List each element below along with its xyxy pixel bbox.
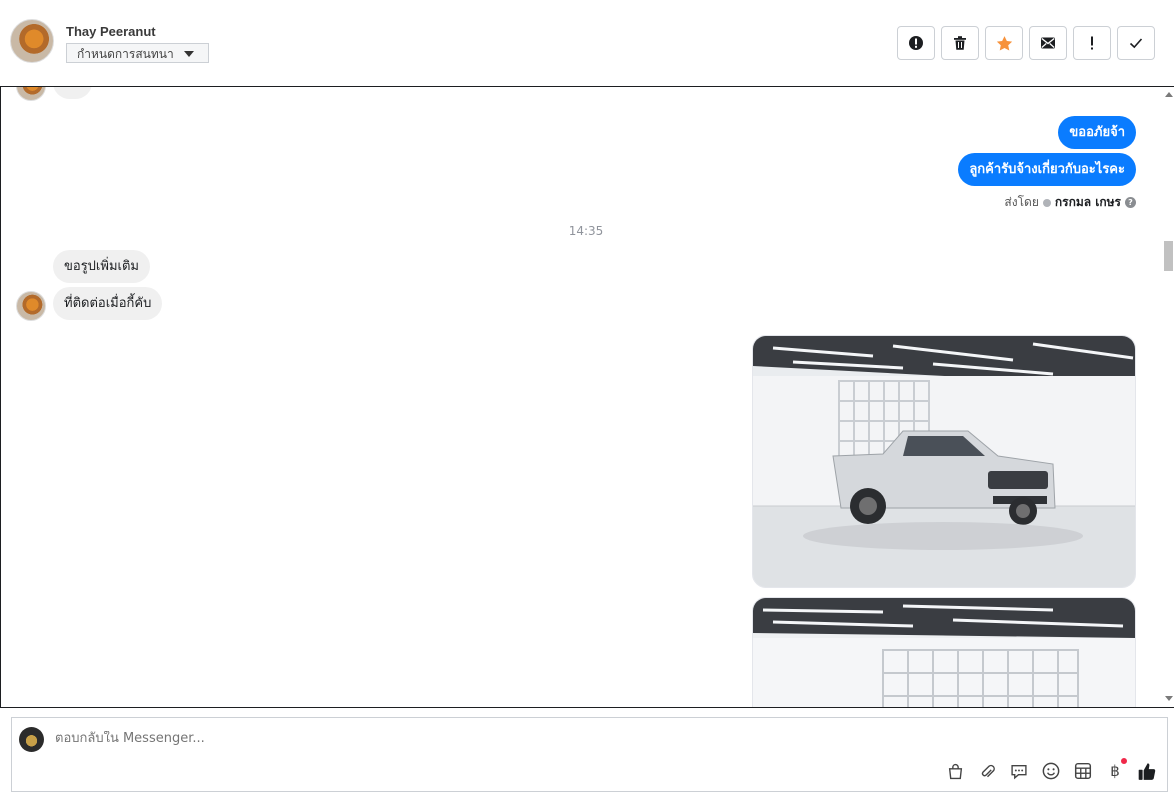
- label-dropdown-text: กำหนดการสนทนา: [77, 46, 174, 61]
- delete-button[interactable]: [941, 26, 979, 60]
- sent-check-icon: [1042, 198, 1051, 207]
- table-icon[interactable]: [1073, 761, 1093, 781]
- pickup-truck-photo: [753, 598, 1135, 707]
- conversation-label-dropdown[interactable]: กำหนดการสนทนา: [66, 43, 209, 63]
- outgoing-message: ลูกค้ารับจ้างเกี่ยวกับอะไรคะ: [958, 153, 1136, 186]
- check-icon: [1129, 38, 1143, 49]
- page-avatar: [19, 727, 44, 752]
- exclamation-icon: [1091, 36, 1093, 50]
- trash-icon: [954, 36, 966, 50]
- bag-icon[interactable]: [945, 761, 965, 781]
- image-attachment[interactable]: [752, 335, 1136, 588]
- mark-unread-button[interactable]: [1029, 26, 1067, 60]
- image-attachment[interactable]: [752, 597, 1136, 707]
- incoming-message-partial: คับ: [53, 87, 92, 99]
- incoming-message: ขอรูปเพิ่มเติม: [53, 250, 150, 283]
- contact-avatar[interactable]: [10, 19, 54, 63]
- emoji-icon[interactable]: [1041, 761, 1061, 781]
- pickup-truck-photo: [753, 336, 1135, 587]
- star-button[interactable]: [985, 26, 1023, 60]
- header-actions: [897, 26, 1155, 60]
- star-icon: [996, 35, 1012, 51]
- saved-reply-icon[interactable]: [1009, 761, 1029, 781]
- thread-scrollbar[interactable]: [1162, 87, 1174, 707]
- reply-input[interactable]: [55, 731, 855, 746]
- incoming-message: ที่ติดต่อเมื่อกี้คับ: [53, 287, 163, 320]
- caret-down-icon: [183, 51, 194, 57]
- reply-composer: ฿: [11, 717, 1168, 792]
- outgoing-message: ขออภัยจ้า: [1058, 116, 1136, 149]
- mark-done-button[interactable]: [1117, 26, 1155, 60]
- message-thread[interactable]: คับ ขออภัยจ้า ลูกค้ารับจ้างเกี่ยวกับอะไร…: [0, 86, 1174, 708]
- alert-circle-icon: [909, 36, 923, 50]
- sent-by-info: ส่งโดย กรกมล เกษร ?: [1004, 193, 1136, 212]
- report-spam-button[interactable]: [897, 26, 935, 60]
- contact-avatar-small[interactable]: [16, 291, 46, 321]
- contact-name[interactable]: Thay Peeranut: [66, 24, 156, 39]
- baht-symbol: ฿: [1110, 762, 1120, 780]
- scroll-up-arrow[interactable]: [1165, 92, 1173, 97]
- scroll-down-arrow[interactable]: [1165, 696, 1173, 701]
- scroll-thumb[interactable]: [1164, 241, 1173, 271]
- thumbs-up-icon[interactable]: [1137, 761, 1157, 781]
- composer-toolbar: ฿: [945, 758, 1157, 781]
- envelope-icon: [1041, 37, 1055, 49]
- paperclip-icon[interactable]: [977, 761, 997, 781]
- sent-by-label: ส่งโดย: [1004, 195, 1039, 209]
- follow-up-button[interactable]: [1073, 26, 1111, 60]
- conversation-header: Thay Peeranut กำหนดการสนทนา: [0, 0, 1174, 86]
- sent-by-agent[interactable]: กรกมล เกษร: [1055, 193, 1121, 212]
- notification-dot: [1121, 758, 1127, 764]
- help-icon[interactable]: ?: [1125, 197, 1136, 208]
- message-timestamp: 14:35: [568, 224, 604, 238]
- baht-icon[interactable]: ฿: [1105, 758, 1127, 781]
- contact-avatar-small: [16, 87, 46, 101]
